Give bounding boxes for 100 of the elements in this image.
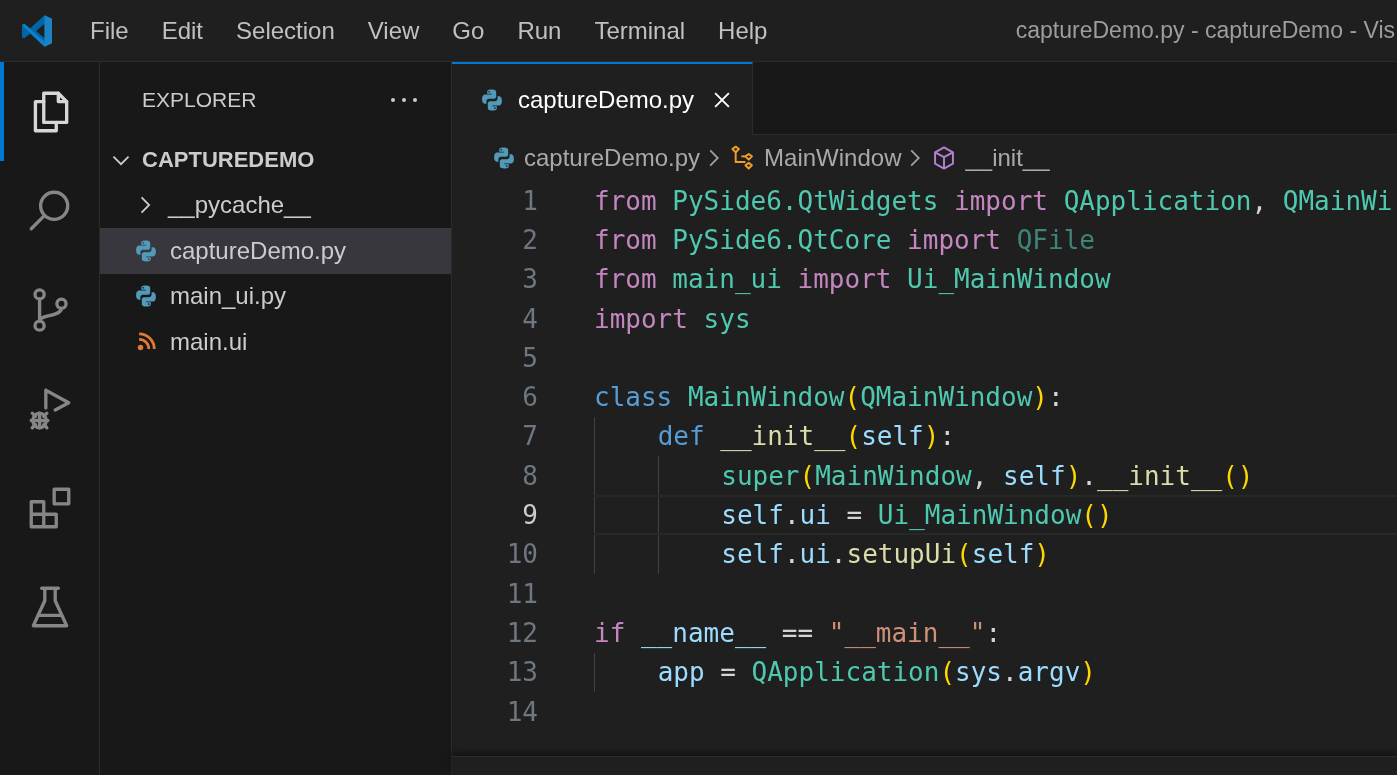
editor-tab[interactable]: captureDemo.py (452, 62, 754, 135)
code-text: import (907, 224, 1002, 255)
line-number: 5 (521, 342, 538, 373)
code-text: Ui_MainWindow (877, 500, 1082, 530)
menu-item[interactable]: Terminal (577, 12, 702, 49)
code-text: = (720, 657, 737, 688)
line-number: 10 (505, 539, 538, 570)
code-text: PySide6.QtWidgets (672, 185, 940, 216)
code-text: self (861, 421, 924, 452)
code-text: def (657, 421, 706, 452)
feed-file-icon (135, 330, 157, 353)
tree-item[interactable]: main_ui.py (100, 273, 451, 319)
code-text: : (1047, 382, 1064, 413)
code-text: import (797, 264, 893, 295)
code-text: . (1081, 460, 1097, 491)
line-number: 13 (505, 657, 538, 688)
menu-item[interactable]: Go (435, 12, 501, 49)
tree-item[interactable]: main.ui (100, 319, 451, 365)
code-text: self (1003, 460, 1066, 491)
code-text: ( (844, 382, 861, 413)
code-text: == (781, 617, 815, 648)
code-text: ) (1065, 460, 1082, 491)
code-text: = (846, 500, 864, 530)
code-text: . (783, 500, 800, 530)
code-text: from (594, 264, 658, 295)
code-text: "__main__" (828, 617, 986, 648)
code-text: __name__ (640, 617, 768, 648)
code-text: import (954, 185, 1049, 216)
line-number: 9 (521, 500, 538, 530)
code-text: ui (799, 500, 832, 530)
line-number: 12 (505, 617, 538, 648)
code-text: ) (1034, 539, 1050, 570)
menu-item[interactable]: Edit (144, 12, 220, 49)
line-number: 7 (521, 421, 538, 452)
code-text: sys (703, 303, 751, 334)
code-text: MainWindow (687, 382, 845, 413)
code-text: from (594, 224, 658, 255)
python-file-icon (134, 238, 158, 263)
code-text: from (594, 185, 658, 216)
python-file-icon (480, 87, 504, 112)
app-logo-icon (19, 12, 55, 49)
code-text: QMainWindow (860, 382, 1033, 413)
tree-item[interactable]: __pycache__ (100, 182, 451, 228)
code-text: __init__ (1097, 460, 1223, 491)
breadcrumb-item[interactable]: captureDemo.py (492, 144, 701, 172)
menu-item[interactable]: Selection (219, 12, 351, 49)
code-text: super (721, 460, 800, 491)
line-number: 2 (521, 224, 538, 255)
code-text: QApplication (751, 657, 940, 688)
python-file-icon (492, 146, 516, 170)
code-text: self (721, 500, 784, 530)
code-text: MainWindow (815, 460, 972, 491)
code-text: , (971, 460, 989, 491)
line-number: 14 (505, 696, 538, 727)
code-text: self (971, 539, 1035, 570)
sidebar-title: EXPLORER (142, 87, 257, 112)
menu-item[interactable]: Run (500, 12, 578, 49)
code-text: app (657, 657, 706, 688)
code-text: Ui_MainWindow (907, 264, 1111, 295)
line-number: 6 (521, 382, 538, 413)
line-number: 11 (505, 578, 538, 609)
code-text: () (1081, 500, 1113, 530)
folder-header[interactable]: CAPTUREDEMO (100, 137, 451, 183)
line-number: 3 (521, 264, 538, 295)
code-text: ( (845, 421, 862, 452)
code-text: import (594, 303, 689, 334)
code-text: . (830, 539, 847, 570)
code-text: QFile (1016, 224, 1095, 255)
code-text: PySide6.QtCore (672, 224, 893, 255)
code-text: . (1002, 657, 1018, 688)
code-text: __init__ (720, 421, 846, 452)
code-text: ( (956, 539, 972, 570)
code-text: if (594, 617, 627, 648)
menu-item[interactable]: File (73, 12, 145, 49)
code-text: ) (923, 421, 940, 452)
line-number: 1 (521, 185, 538, 216)
breadcrumb-item[interactable]: __init__ (931, 144, 1050, 172)
code-text: ui (799, 539, 831, 570)
code-text: : (985, 617, 1002, 648)
python-file-icon (134, 284, 158, 309)
code-text: ( (799, 460, 816, 491)
tree-item[interactable]: captureDemo.py (100, 228, 451, 274)
code-text: main_ui (672, 264, 783, 295)
code-text: QMainWi (1282, 185, 1393, 216)
code-text: , (1251, 185, 1269, 216)
window-title: captureDemo.py - captureDemo - Vis (1015, 17, 1396, 44)
menu-item[interactable]: View (350, 12, 436, 49)
menu-item[interactable]: Help (701, 12, 784, 49)
code-text: : (939, 421, 956, 452)
code-text: QApplication (1063, 185, 1252, 216)
code-text: . (783, 539, 800, 570)
code-text: setupUi (846, 539, 957, 570)
breadcrumb-item[interactable]: MainWindow (730, 144, 902, 172)
code-text: ) (1032, 382, 1048, 413)
code-text: self (721, 539, 784, 570)
line-number: 8 (521, 460, 538, 491)
code-text: () (1222, 460, 1254, 491)
code-text: class (594, 382, 674, 413)
code-text: ( (939, 657, 956, 688)
code-text: sys (955, 657, 1003, 688)
